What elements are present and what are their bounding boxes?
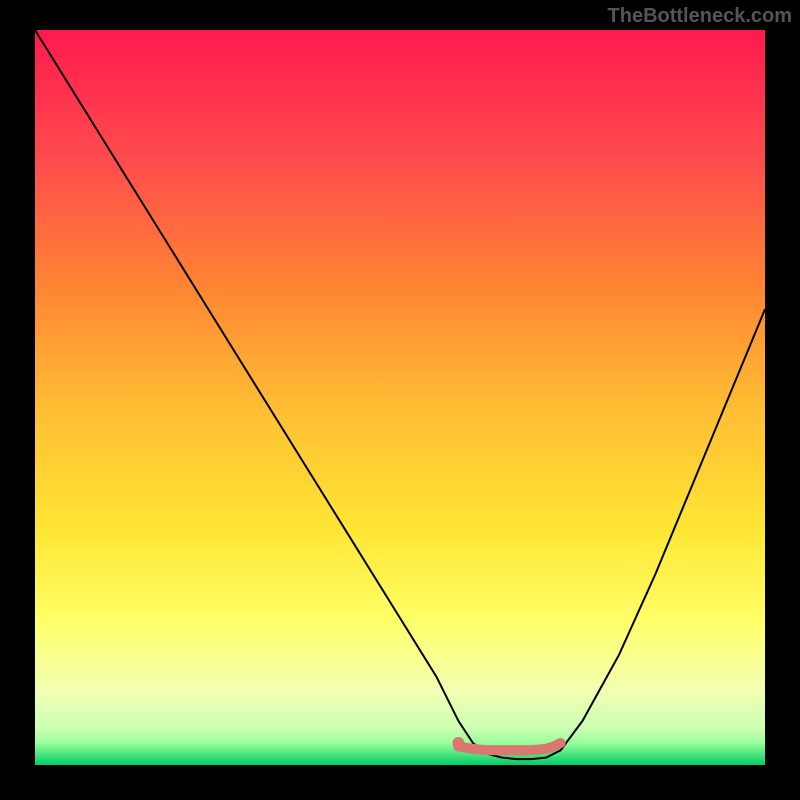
highlight-dot (452, 737, 464, 749)
watermark-text: TheBottleneck.com (608, 5, 792, 28)
chart-svg (35, 30, 765, 765)
plot-area (35, 30, 765, 765)
chart-container: { "watermark": "TheBottleneck.com", "cha… (0, 0, 800, 800)
gradient-background (35, 30, 765, 765)
